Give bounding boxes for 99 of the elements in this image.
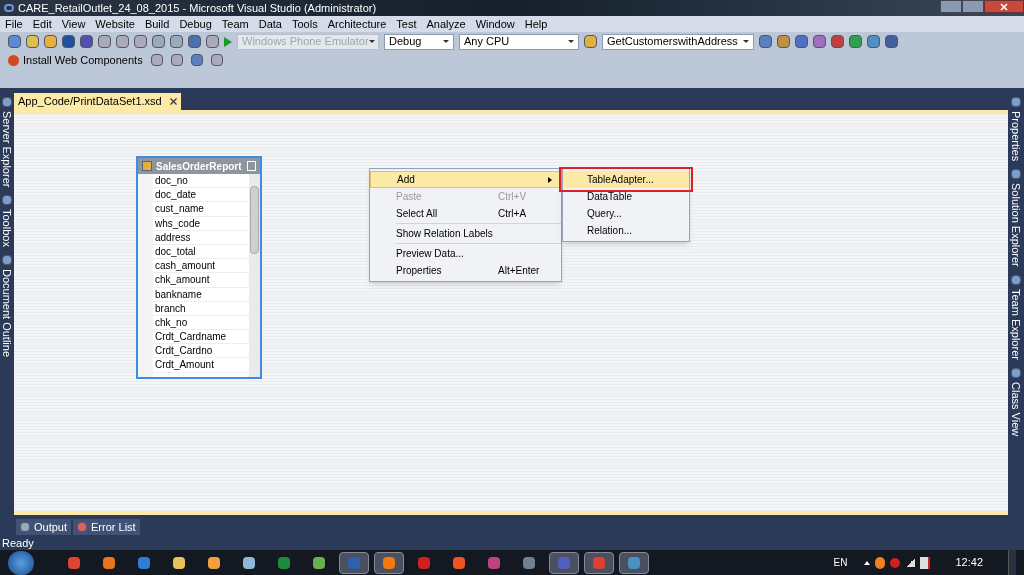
toolbar-icon[interactable]: [831, 35, 844, 48]
panel-icon[interactable]: [2, 255, 12, 266]
toolbar-icon[interactable]: [116, 35, 129, 48]
document-tab[interactable]: App_Code/PrintDataSet1.xsd: [14, 93, 181, 110]
toolbar-icon[interactable]: [190, 54, 203, 66]
toolbar-dropdown[interactable]: GetCustomerswithAddress: [602, 33, 754, 50]
panel-icon[interactable]: [1011, 367, 1021, 378]
menu-item[interactable]: Help: [524, 15, 548, 33]
toolbar-icon[interactable]: [134, 35, 147, 48]
panel-icon[interactable]: [2, 97, 12, 107]
table-title: SalesOrderReport: [156, 159, 243, 174]
menu-item[interactable]: Test: [396, 15, 417, 33]
table-icon: [142, 161, 152, 171]
toolbar-icon[interactable]: [777, 35, 790, 48]
data-table[interactable]: SalesOrderReport doc_no doc_date cust_name whs_code address doc_total cash_amount chk_amount bankname branch chk_no Crdt_Cardname Crdt_Cardno Crdt_Amount: [136, 156, 262, 379]
menu-entry[interactable]: Preview Data...: [370, 245, 561, 262]
side-tab[interactable]: Toolbox: [0, 209, 16, 248]
close-icon: [1000, 2, 1008, 11]
start-button[interactable]: [8, 550, 34, 575]
toolbar-icon[interactable]: [759, 35, 772, 48]
close-button[interactable]: [984, 0, 1024, 13]
side-tab[interactable]: Server Explorer: [0, 111, 16, 188]
menu-item[interactable]: Tools: [291, 15, 318, 33]
dropdown-value: Debug: [389, 34, 422, 50]
side-tab[interactable]: Solution Explorer: [1007, 183, 1024, 267]
submenu-arrow-icon: [548, 176, 552, 183]
toolbar-icon[interactable]: [98, 35, 111, 48]
side-tab[interactable]: Team Explorer: [1007, 288, 1024, 360]
language-indicator[interactable]: EN: [833, 555, 848, 570]
window-title: CARE_RetailOutlet_24_08_2015 - Microsoft Visual Studio (Administrator): [18, 0, 377, 16]
minimize-button[interactable]: [940, 0, 962, 13]
dropdown-value: Windows Phone Emulator: [242, 34, 369, 50]
panel-icon[interactable]: [2, 195, 12, 206]
caret-icon: [368, 40, 375, 43]
toolbar-icon[interactable]: [150, 54, 163, 66]
taskbar-app[interactable]: [549, 551, 579, 574]
taskbar-app[interactable]: [584, 551, 614, 574]
toolbar-dropdown[interactable]: Debug: [384, 33, 454, 50]
toolbar-icon[interactable]: [152, 35, 165, 48]
toolbar-icon[interactable]: [26, 35, 39, 48]
panel-icon[interactable]: [1011, 169, 1021, 180]
panel-icon[interactable]: [1011, 97, 1021, 107]
menu-entry[interactable]: Select All Ctrl+A: [370, 205, 561, 222]
taskbar-app[interactable]: [339, 551, 369, 574]
bottom-tab[interactable]: Error List: [73, 519, 140, 535]
taskbar-app[interactable]: [374, 551, 404, 574]
side-tab[interactable]: Document Outline: [0, 269, 16, 358]
dropdown-value: Any CPU: [464, 34, 510, 50]
submenu-entry[interactable]: DataTable: [563, 188, 689, 205]
bottom-tab[interactable]: Output: [16, 519, 72, 535]
submenu-entry[interactable]: Relation...: [563, 222, 689, 239]
side-tab[interactable]: Class View: [1007, 381, 1024, 437]
toolbar-icon[interactable]: [44, 35, 57, 48]
toolbar-icon[interactable]: [210, 54, 223, 66]
menu-item[interactable]: Build: [144, 15, 170, 33]
toolbar-icon[interactable]: [62, 35, 75, 48]
scrollbar[interactable]: [249, 174, 260, 377]
tab-label: App_Code/PrintDataSet1.xsd: [18, 94, 162, 110]
toolbar-icon[interactable]: [170, 54, 183, 66]
restore-button[interactable]: [962, 0, 984, 13]
menu-item[interactable]: Window: [475, 15, 515, 33]
menu-item[interactable]: View: [61, 15, 86, 33]
menu-entry[interactable]: Show Relation Labels: [370, 225, 561, 242]
toolbar-icon[interactable]: [170, 35, 183, 48]
menu-entry[interactable]: Add: [370, 171, 561, 188]
toolbar-icon[interactable]: [206, 35, 219, 48]
side-tab[interactable]: Properties: [1007, 111, 1024, 162]
close-tab-icon[interactable]: [169, 98, 177, 105]
menu-entry[interactable]: Properties Alt+Enter: [370, 262, 561, 279]
taskbar-app[interactable]: [619, 551, 649, 574]
menu-item[interactable]: Website: [95, 15, 135, 33]
install-web-components-button[interactable]: Install Web Components: [8, 51, 143, 69]
toolbar-icon[interactable]: [849, 35, 862, 48]
menu-item[interactable]: Architecture: [327, 15, 387, 33]
caret-icon: [743, 40, 749, 43]
menu-item[interactable]: Debug: [179, 15, 212, 33]
toolbar-dropdown[interactable]: Any CPU: [459, 33, 579, 50]
menu-item[interactable]: Team: [221, 15, 249, 33]
toolbar-icon[interactable]: [80, 35, 93, 48]
collapse-icon[interactable]: [247, 161, 256, 171]
menu-item[interactable]: Data: [258, 15, 282, 33]
menu-item[interactable]: File: [5, 15, 23, 33]
dropdown-value: GetCustomerswithAddress: [607, 34, 738, 50]
clock[interactable]: 12:42: [955, 554, 983, 571]
tray-arrow-icon[interactable]: [864, 560, 871, 565]
caret-icon: [443, 40, 449, 43]
toolbar-icon[interactable]: [8, 35, 21, 48]
submenu-entry[interactable]: Query...: [563, 205, 689, 222]
menu-item[interactable]: Edit: [32, 15, 52, 33]
panel-icon[interactable]: [1011, 274, 1021, 285]
toolbar-icon[interactable]: [867, 35, 880, 48]
toolbar-icon[interactable]: [188, 35, 201, 48]
caret-icon: [568, 40, 574, 43]
toolbar-icon[interactable]: [795, 35, 808, 48]
scroll-thumb[interactable]: [250, 186, 259, 254]
toolbar-icon[interactable]: [885, 35, 898, 48]
status-text: Ready: [2, 535, 34, 551]
menu-item[interactable]: Analyze: [426, 15, 466, 33]
toolbar-icon[interactable]: [813, 35, 826, 48]
